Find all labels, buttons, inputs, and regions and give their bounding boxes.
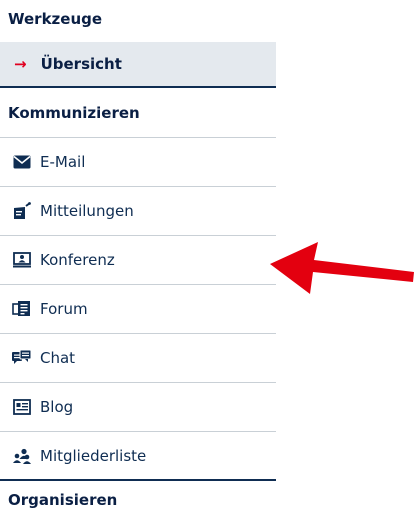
- envelope-icon: [12, 153, 32, 171]
- arrow-right-icon: →: [14, 55, 27, 73]
- members-icon: [12, 447, 32, 465]
- sidebar-item-label: Blog: [40, 398, 74, 416]
- sidebar-item-label: Konferenz: [40, 251, 115, 269]
- section-title-werkzeuge: Werkzeuge: [8, 10, 103, 28]
- sidebar-item-chat[interactable]: Chat: [0, 334, 276, 383]
- sidebar-item-label: E-Mail: [40, 153, 86, 171]
- chat-icon: [12, 349, 32, 367]
- sidebar-item-mitgliederliste[interactable]: Mitgliederliste: [0, 432, 276, 481]
- sidebar-item-label: Übersicht: [40, 55, 122, 73]
- section-title-organisieren: Organisieren: [8, 491, 118, 509]
- sidebar-item-label: Mitteilungen: [40, 202, 134, 220]
- sidebar-item-uebersicht[interactable]: → Übersicht: [0, 42, 276, 88]
- forum-icon: [12, 300, 32, 318]
- sidebar-item-blog[interactable]: Blog: [0, 383, 276, 432]
- page: Werkzeuge → Übersicht Kommunizieren E-Ma…: [0, 0, 416, 517]
- blog-icon: [12, 398, 32, 416]
- red-annotation-arrow: [270, 242, 414, 294]
- sidebar-item-forum[interactable]: Forum: [0, 285, 276, 334]
- sidebar-item-label: Mitgliederliste: [40, 446, 147, 465]
- sidebar-item-mitteilungen[interactable]: Mitteilungen: [0, 187, 276, 236]
- presentation-board-icon: [12, 251, 32, 269]
- tools-sidebar: Werkzeuge → Übersicht Kommunizieren E-Ma…: [0, 0, 276, 511]
- sidebar-item-label: Chat: [40, 349, 76, 367]
- notice-board-icon: [12, 202, 32, 220]
- section-title-kommunizieren: Kommunizieren: [0, 88, 276, 138]
- sidebar-item-email[interactable]: E-Mail: [0, 138, 276, 187]
- sidebar-item-label: Forum: [40, 300, 88, 318]
- sidebar-item-konferenz[interactable]: Konferenz: [0, 236, 276, 285]
